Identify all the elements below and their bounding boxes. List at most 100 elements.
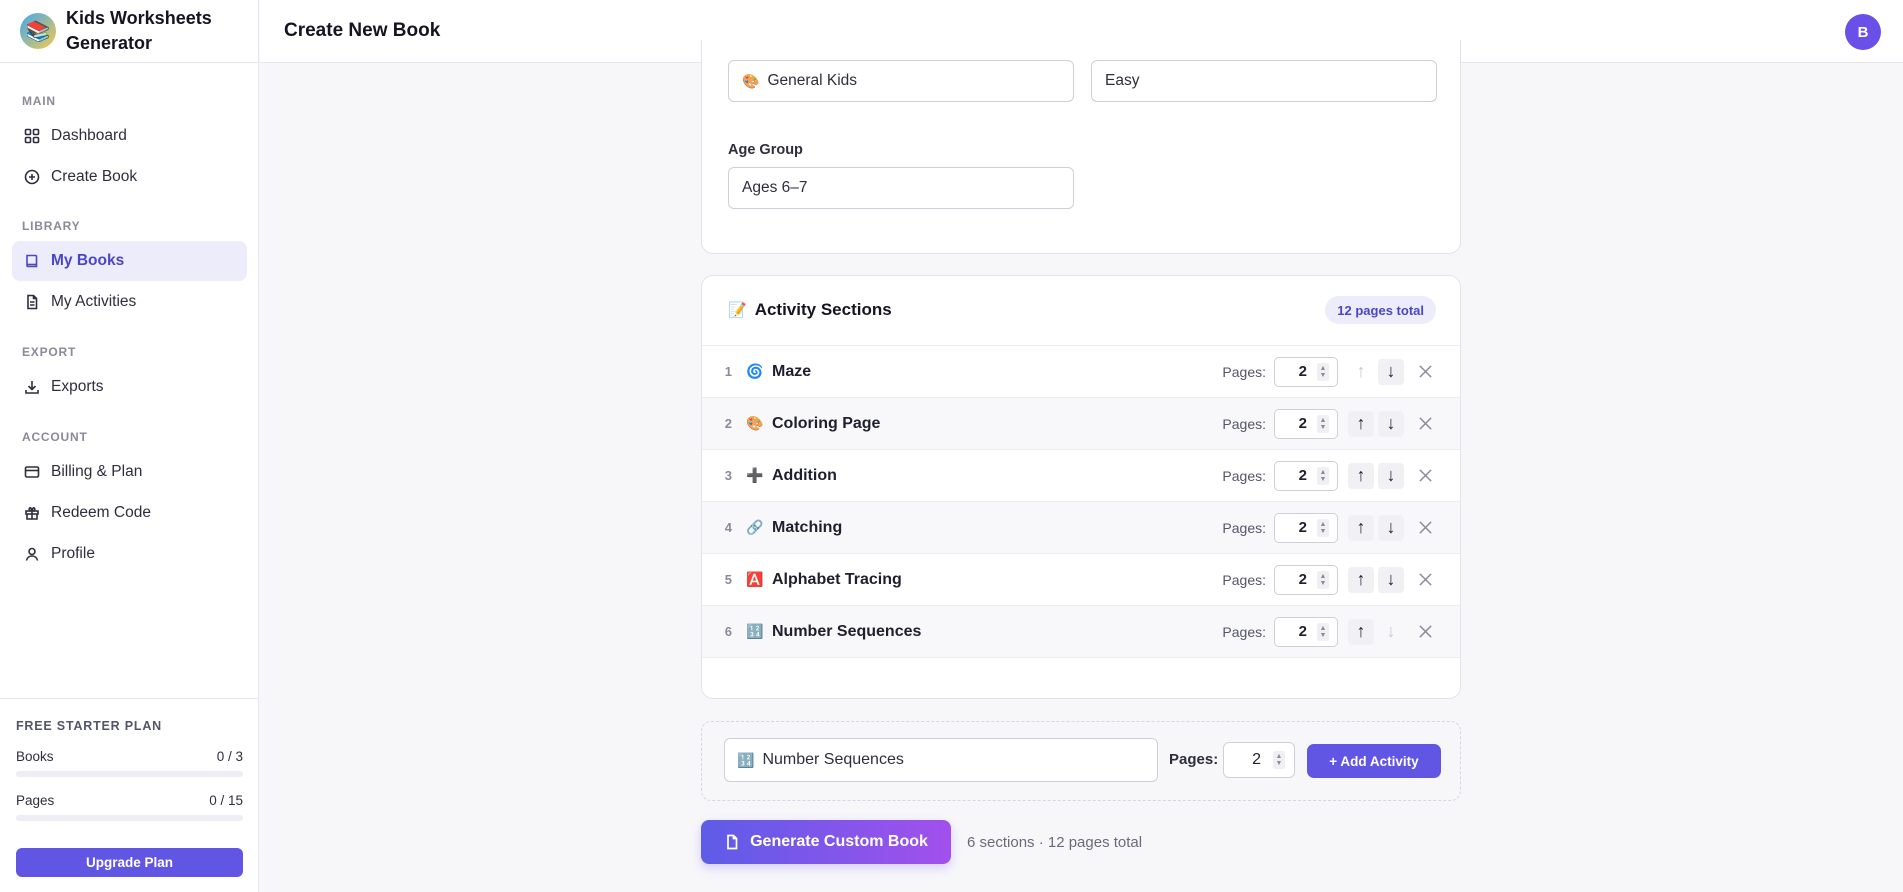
spinner-icon[interactable]: ▲ ▼ bbox=[1317, 466, 1329, 485]
remove-button[interactable] bbox=[1412, 463, 1438, 489]
spinner-icon[interactable]: ▲ ▼ bbox=[1317, 414, 1329, 433]
move-down-button[interactable]: ↓ bbox=[1378, 358, 1404, 385]
pages-value: 2 bbox=[1298, 415, 1307, 432]
maze-icon: 🌀 bbox=[746, 363, 764, 379]
move-up-button[interactable]: ↑ bbox=[1348, 359, 1374, 385]
close-icon bbox=[1418, 625, 1432, 638]
numbers-icon: 🔢 bbox=[737, 751, 755, 768]
document-icon bbox=[24, 294, 40, 310]
nav-section-account: ACCOUNT bbox=[22, 430, 88, 444]
activity-sections-header: 📝 Activity Sections 12 pages total bbox=[702, 276, 1460, 346]
pages-usage-bar bbox=[16, 815, 243, 821]
move-up-button[interactable]: ↑ bbox=[1348, 566, 1374, 593]
pages-value: 2 bbox=[1298, 571, 1307, 588]
pages-usage-label: Pages bbox=[16, 793, 55, 808]
age-group-select[interactable]: Ages 6–7 bbox=[728, 167, 1074, 209]
link-icon: 🔗 bbox=[746, 519, 764, 535]
remove-button[interactable] bbox=[1412, 515, 1438, 541]
sidebar-item-my-books[interactable]: My Books bbox=[12, 241, 247, 281]
spinner-icon[interactable]: ▲ ▼ bbox=[1273, 751, 1285, 769]
book-icon bbox=[24, 253, 40, 269]
theme-value: General Kids bbox=[767, 72, 858, 89]
books-usage-label: Books bbox=[16, 749, 54, 764]
theme-select[interactable]: 🎨 General Kids bbox=[728, 60, 1074, 102]
plan-usage-panel: FREE STARTER PLAN Books 0 / 3 Pages 0 / … bbox=[0, 698, 259, 892]
move-down-button[interactable]: ↓ bbox=[1378, 462, 1404, 489]
activity-sections-title-text: Activity Sections bbox=[754, 300, 892, 319]
remove-button[interactable] bbox=[1412, 411, 1438, 437]
close-icon bbox=[1418, 573, 1432, 586]
sidebar-item-my-activities[interactable]: My Activities bbox=[12, 282, 247, 322]
add-activity-button[interactable]: + Add Activity bbox=[1307, 744, 1441, 778]
activity-row: 4 🔗 Matching Pages: 2 ▲ ▼ ↑ ↓ bbox=[702, 502, 1460, 554]
upgrade-plan-button[interactable]: Upgrade Plan bbox=[16, 848, 243, 877]
age-group-label: Age Group bbox=[728, 142, 803, 158]
pages-value: 2 bbox=[1298, 623, 1307, 640]
move-down-button[interactable]: ↓ bbox=[1378, 514, 1404, 541]
sidebar-item-label: Profile bbox=[51, 545, 95, 562]
sidebar-item-exports[interactable]: Exports bbox=[12, 367, 247, 407]
close-icon bbox=[1418, 417, 1432, 430]
sidebar-item-label: Exports bbox=[51, 378, 104, 395]
difficulty-select[interactable]: Easy bbox=[1091, 60, 1437, 102]
generate-summary: 6 sections · 12 pages total bbox=[967, 834, 1143, 851]
palette-icon: 🎨 bbox=[742, 72, 760, 89]
spinner-icon[interactable]: ▲ ▼ bbox=[1317, 570, 1329, 589]
spinner-icon[interactable]: ▲ ▼ bbox=[1317, 518, 1329, 537]
books-usage: Books 0 / 3 bbox=[16, 749, 243, 764]
sidebar-item-label: Dashboard bbox=[51, 127, 127, 144]
pages-stepper[interactable]: 2 ▲ ▼ bbox=[1274, 512, 1338, 543]
move-down-button[interactable]: ↓ bbox=[1378, 566, 1404, 593]
pages-value: 2 bbox=[1298, 363, 1307, 380]
sidebar-item-billing[interactable]: Billing & Plan bbox=[12, 452, 247, 492]
row-number: 4 bbox=[724, 520, 732, 535]
move-up-button[interactable]: ↑ bbox=[1348, 618, 1374, 645]
brand-title: Kids Worksheets Generator bbox=[66, 8, 212, 53]
remove-button[interactable] bbox=[1412, 359, 1438, 385]
activity-row: 1 🌀 Maze Pages: 2 ▲ ▼ ↑ ↓ bbox=[702, 346, 1460, 398]
move-up-button[interactable]: ↑ bbox=[1348, 514, 1374, 541]
pages-stepper[interactable]: 2 ▲ ▼ bbox=[1274, 408, 1338, 439]
avatar[interactable]: B bbox=[1845, 14, 1881, 50]
brand[interactable]: 📚 Kids Worksheets Generator bbox=[0, 0, 258, 63]
activity-row: 2 🎨 Coloring Page Pages: 2 ▲ ▼ ↑ ↓ bbox=[702, 398, 1460, 450]
remove-button[interactable] bbox=[1412, 567, 1438, 593]
generate-book-button[interactable]: Generate Custom Book bbox=[701, 820, 951, 864]
pages-label: Pages: bbox=[1222, 467, 1266, 484]
activity-row: 3 ➕ Addition Pages: 2 ▲ ▼ ↑ ↓ bbox=[702, 450, 1460, 502]
activity-type-select[interactable]: 🔢 Number Sequences bbox=[724, 738, 1158, 782]
move-down-button[interactable]: ↓ bbox=[1378, 619, 1404, 645]
document-icon bbox=[727, 834, 738, 850]
pages-stepper[interactable]: 2 ▲ ▼ bbox=[1274, 616, 1338, 647]
add-pages-label: Pages: bbox=[1169, 751, 1219, 768]
activity-sections-card: 📝 Activity Sections 12 pages total 1 🌀 M… bbox=[701, 275, 1461, 699]
row-number: 3 bbox=[724, 468, 732, 483]
sidebar-item-profile[interactable]: Profile bbox=[12, 534, 247, 574]
books-usage-value: 0 / 3 bbox=[216, 749, 243, 764]
activity-row: 6 🔢 Number Sequences Pages: 2 ▲ ▼ ↑ ↓ bbox=[702, 606, 1460, 658]
activity-row: 5 🅰️ Alphabet Tracing Pages: 2 ▲ ▼ ↑ ↓ bbox=[702, 554, 1460, 606]
grid-icon bbox=[24, 128, 40, 144]
pages-stepper[interactable]: 2 ▲ ▼ bbox=[1274, 564, 1338, 595]
add-pages-stepper[interactable]: 2 ▲ ▼ bbox=[1223, 742, 1295, 778]
pages-stepper[interactable]: 2 ▲ ▼ bbox=[1274, 460, 1338, 491]
spinner-icon[interactable]: ▲ ▼ bbox=[1317, 622, 1329, 641]
sidebar-item-dashboard[interactable]: Dashboard bbox=[12, 116, 247, 156]
sidebar-item-label: Billing & Plan bbox=[51, 463, 143, 480]
pages-stepper[interactable]: 2 ▲ ▼ bbox=[1274, 356, 1338, 387]
sidebar-item-label: My Books bbox=[51, 252, 125, 269]
move-down-button[interactable]: ↓ bbox=[1378, 410, 1404, 437]
nav-section-export: EXPORT bbox=[22, 345, 77, 359]
activity-name: Maze bbox=[772, 362, 812, 380]
pages-label: Pages: bbox=[1222, 519, 1266, 536]
move-up-button[interactable]: ↑ bbox=[1348, 410, 1374, 437]
move-up-button[interactable]: ↑ bbox=[1348, 462, 1374, 489]
spinner-icon[interactable]: ▲ ▼ bbox=[1317, 362, 1329, 381]
sidebar-item-redeem-code[interactable]: Redeem Code bbox=[12, 493, 247, 533]
sidebar-item-create-book[interactable]: Create Book bbox=[12, 157, 247, 197]
activity-name: Alphabet Tracing bbox=[772, 570, 902, 588]
pages-usage-value: 0 / 15 bbox=[209, 793, 243, 808]
numbers-icon: 🔢 bbox=[746, 623, 764, 639]
activity-name: Matching bbox=[772, 518, 843, 536]
remove-button[interactable] bbox=[1412, 619, 1438, 645]
